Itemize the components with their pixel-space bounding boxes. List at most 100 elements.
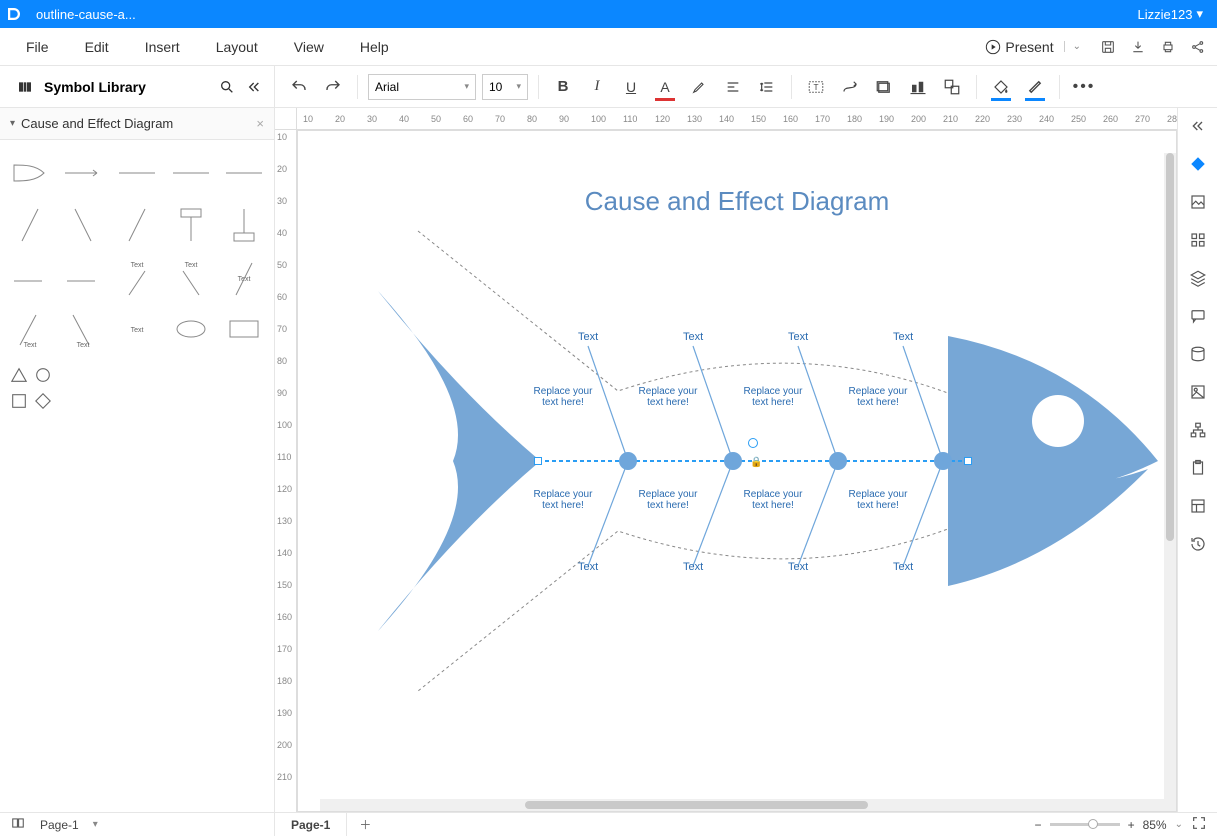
expand-panel-icon[interactable]	[1186, 114, 1210, 138]
font-color-button[interactable]: A	[651, 73, 679, 101]
save-icon[interactable]	[1097, 36, 1119, 58]
library-category-header[interactable]: ▾ Cause and Effect Diagram ×	[0, 108, 274, 140]
zoom-out-button[interactable]: −	[1035, 818, 1042, 832]
shape-rect[interactable]	[218, 304, 270, 354]
menu-layout[interactable]: Layout	[198, 39, 276, 55]
page-name-left[interactable]: Page-1	[40, 818, 79, 832]
shape-text-label[interactable]: Text	[111, 304, 163, 354]
shape-line-h[interactable]	[165, 148, 217, 198]
align-button[interactable]	[719, 73, 747, 101]
shape-diag-text1[interactable]: Text	[4, 304, 56, 354]
connector-button[interactable]	[836, 73, 864, 101]
line-color-button[interactable]	[1021, 73, 1049, 101]
menu-file[interactable]: File	[8, 39, 67, 55]
bone-label-bottom[interactable]: Text	[578, 561, 598, 573]
font-size-select[interactable]: 10▾	[482, 74, 528, 100]
bone-text-bottom[interactable]: Replace your text here!	[738, 489, 808, 511]
selection-handle-right[interactable]	[964, 457, 972, 465]
shape-line-short[interactable]	[4, 252, 56, 302]
shape-box-top[interactable]	[165, 200, 217, 250]
redo-button[interactable]	[319, 73, 347, 101]
bone-label-top[interactable]: Text	[683, 331, 703, 343]
menu-view[interactable]: View	[276, 39, 342, 55]
zoom-slider-thumb[interactable]	[1088, 819, 1098, 829]
clipboard-icon[interactable]	[1186, 456, 1210, 480]
scroll-thumb[interactable]	[525, 801, 867, 809]
line-spacing-button[interactable]	[753, 73, 781, 101]
bone-text-top[interactable]: Replace your text here!	[633, 386, 703, 408]
print-icon[interactable]	[1157, 36, 1179, 58]
highlight-button[interactable]	[685, 73, 713, 101]
add-page-button[interactable]: ＋	[347, 816, 383, 833]
shape-outline-button[interactable]	[870, 73, 898, 101]
bone-label-bottom[interactable]: Text	[893, 561, 913, 573]
bone-text-bottom[interactable]: Replace your text here!	[633, 489, 703, 511]
bone-text-bottom[interactable]: Replace your text here!	[843, 489, 913, 511]
vertical-scrollbar[interactable]	[1164, 153, 1176, 799]
underline-button[interactable]: U	[617, 73, 645, 101]
zoom-slider[interactable]	[1050, 823, 1120, 826]
fill-color-button[interactable]	[987, 73, 1015, 101]
shape-spine-arrow[interactable]	[58, 148, 110, 198]
user-menu[interactable]: Lizzie123 ▾	[1138, 6, 1203, 22]
database-icon[interactable]	[1186, 342, 1210, 366]
shape-text-bone-down[interactable]: Text	[165, 252, 217, 302]
bone-text-top[interactable]: Replace your text here!	[843, 386, 913, 408]
bone-label-bottom[interactable]: Text	[683, 561, 703, 573]
shape-diag-text2[interactable]: Text	[58, 304, 110, 354]
align-objects-button[interactable]	[904, 73, 932, 101]
scroll-thumb[interactable]	[1166, 153, 1174, 541]
sitemap-icon[interactable]	[1186, 418, 1210, 442]
layers-icon[interactable]	[1186, 266, 1210, 290]
layout-icon[interactable]	[1186, 494, 1210, 518]
bone-label-top[interactable]: Text	[893, 331, 913, 343]
menu-insert[interactable]: Insert	[127, 39, 198, 55]
italic-button[interactable]: I	[583, 73, 611, 101]
undo-button[interactable]	[285, 73, 313, 101]
drawing-canvas[interactable]: Cause and Effect Diagram	[297, 130, 1177, 812]
shape-fishhead[interactable]	[4, 148, 56, 198]
search-icon[interactable]	[216, 76, 238, 98]
shape-bone-up[interactable]	[4, 200, 56, 250]
bone-label-top[interactable]: Text	[578, 331, 598, 343]
bone-label-bottom[interactable]: Text	[788, 561, 808, 573]
present-button[interactable]: Present ⌄	[977, 35, 1089, 59]
horizontal-scrollbar[interactable]	[320, 799, 1176, 811]
share-icon[interactable]	[1187, 36, 1209, 58]
shape-text-bone-box[interactable]: Text	[218, 252, 270, 302]
triangle-icon[interactable]	[10, 366, 28, 384]
bold-button[interactable]: B	[549, 73, 577, 101]
bone-text-top[interactable]: Replace your text here!	[528, 386, 598, 408]
history-icon[interactable]	[1186, 532, 1210, 556]
diamond-icon[interactable]	[34, 392, 52, 410]
more-button[interactable]: •••	[1070, 73, 1098, 101]
group-button[interactable]	[938, 73, 966, 101]
download-icon[interactable]	[1127, 36, 1149, 58]
menu-edit[interactable]: Edit	[67, 39, 127, 55]
rotation-handle[interactable]	[748, 438, 758, 448]
page-tab[interactable]: Page-1	[275, 813, 347, 836]
selection-handle-left[interactable]	[534, 457, 542, 465]
bone-text-top[interactable]: Replace your text here!	[738, 386, 808, 408]
bone-text-bottom[interactable]: Replace your text here!	[528, 489, 598, 511]
shape-spine[interactable]	[111, 148, 163, 198]
font-family-select[interactable]: Arial▾	[368, 74, 476, 100]
fullscreen-icon[interactable]	[1191, 815, 1207, 834]
shape-line-h2[interactable]	[218, 148, 270, 198]
present-caret-icon[interactable]: ⌄	[1064, 41, 1081, 52]
textbox-button[interactable]: T	[802, 73, 830, 101]
fishbone-diagram[interactable]	[358, 191, 1177, 751]
image-icon[interactable]	[1186, 190, 1210, 214]
menu-help[interactable]: Help	[342, 39, 407, 55]
picture-icon[interactable]	[1186, 380, 1210, 404]
shape-text-bone-up[interactable]: Text	[111, 252, 163, 302]
shape-line-short2[interactable]	[58, 252, 110, 302]
pages-icon[interactable]	[10, 816, 26, 833]
collapse-panel-icon[interactable]	[242, 76, 264, 98]
circle-icon[interactable]	[34, 366, 52, 384]
shape-bone-up2[interactable]	[111, 200, 163, 250]
square-icon[interactable]	[10, 392, 28, 410]
shape-box-bottom[interactable]	[218, 200, 270, 250]
shape-bone-down[interactable]	[58, 200, 110, 250]
zoom-in-button[interactable]: +	[1128, 818, 1135, 832]
